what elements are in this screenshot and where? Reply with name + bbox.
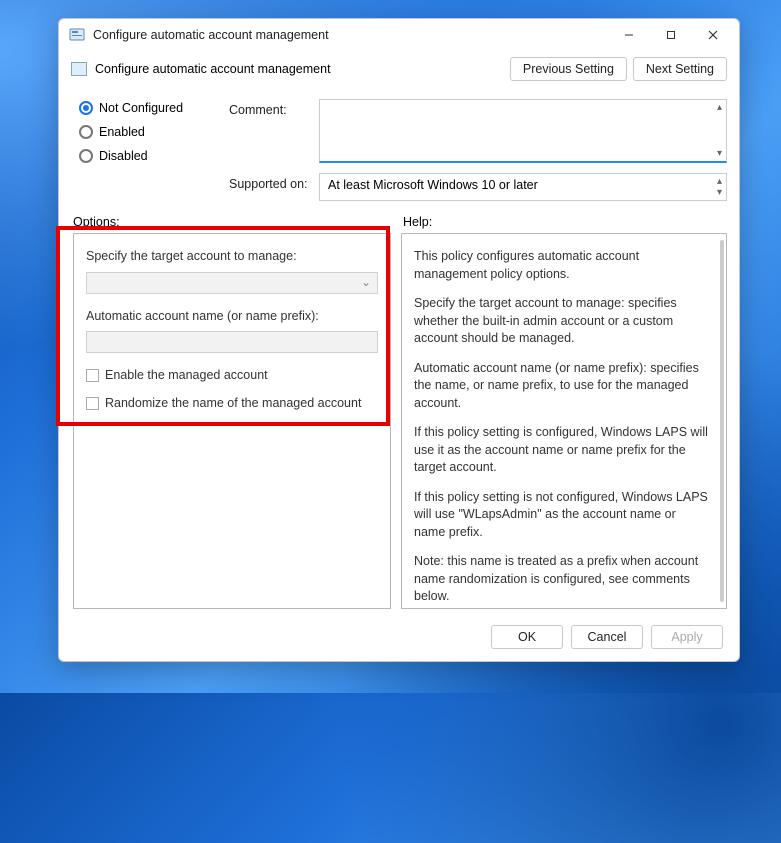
enable-managed-label: Enable the managed account	[105, 367, 268, 385]
help-text: Specify the target account to manage: sp…	[414, 295, 708, 348]
help-text: If this policy setting is configured, Wi…	[414, 424, 708, 477]
account-name-input[interactable]	[86, 331, 378, 353]
subtitle-bar: Configure automatic account management P…	[59, 51, 739, 87]
policy-name: Configure automatic account management	[95, 62, 510, 76]
radio-label-disabled: Disabled	[99, 149, 148, 163]
help-text: This policy configures automatic account…	[414, 248, 708, 283]
close-button[interactable]	[693, 21, 733, 49]
ok-button[interactable]: OK	[491, 625, 563, 649]
help-scrollbar[interactable]	[720, 240, 724, 602]
help-text: Automatic account name (or name prefix):…	[414, 360, 708, 413]
comment-textarea[interactable]: ▴ ▾	[319, 99, 727, 163]
options-panel: Specify the target account to manage: Au…	[73, 233, 391, 609]
supported-on-label: Supported on:	[229, 177, 309, 191]
help-text: If this policy setting is not configured…	[414, 489, 708, 542]
cancel-button[interactable]: Cancel	[571, 625, 643, 649]
account-name-label: Automatic account name (or name prefix):	[86, 308, 378, 326]
comment-label: Comment:	[229, 103, 309, 117]
randomize-name-label: Randomize the name of the managed accoun…	[105, 395, 361, 413]
radio-disabled[interactable]: Disabled	[79, 149, 219, 163]
help-text: Note: this name is treated as a prefix w…	[414, 553, 708, 606]
radio-enabled[interactable]: Enabled	[79, 125, 219, 139]
policy-editor-window: Configure automatic account management C…	[58, 18, 740, 662]
radio-not-configured[interactable]: Not Configured	[79, 101, 219, 115]
randomize-name-checkbox[interactable]: Randomize the name of the managed accoun…	[86, 395, 378, 413]
options-section-label: Options:	[73, 215, 403, 229]
help-panel: This policy configures automatic account…	[401, 233, 727, 609]
radio-label-not-configured: Not Configured	[99, 101, 183, 115]
window-title: Configure automatic account management	[93, 28, 609, 42]
dialog-footer: OK Cancel Apply	[59, 621, 739, 661]
next-setting-button[interactable]: Next Setting	[633, 57, 727, 81]
supported-on-value: At least Microsoft Windows 10 or later ▴…	[319, 173, 727, 201]
apply-button[interactable]: Apply	[651, 625, 723, 649]
previous-setting-button[interactable]: Previous Setting	[510, 57, 627, 81]
target-account-label: Specify the target account to manage:	[86, 248, 378, 266]
enable-managed-checkbox[interactable]: Enable the managed account	[86, 367, 378, 385]
policy-icon	[71, 62, 87, 76]
minimize-button[interactable]	[609, 21, 649, 49]
radio-label-enabled: Enabled	[99, 125, 145, 139]
help-section-label: Help:	[403, 215, 727, 229]
titlebar: Configure automatic account management	[59, 19, 739, 51]
maximize-button[interactable]	[651, 21, 691, 49]
target-account-combobox[interactable]	[86, 272, 378, 294]
app-icon	[69, 27, 85, 43]
